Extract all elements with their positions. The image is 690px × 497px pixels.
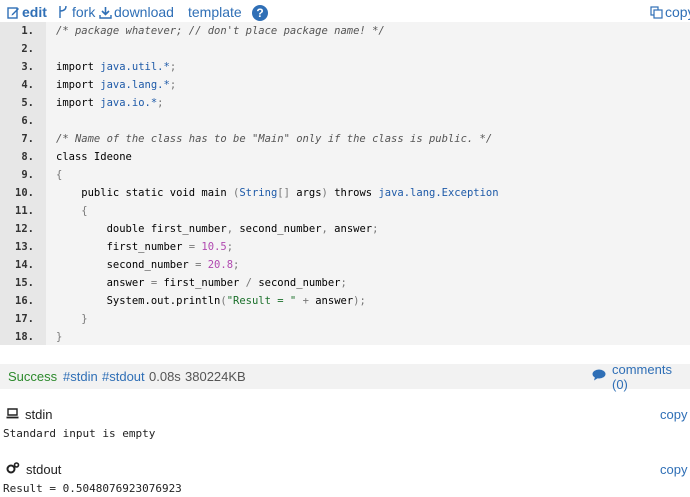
stdin-content: Standard input is empty [3, 427, 156, 440]
status-bar: Success #stdin #stdout 0.08s 380224KB co… [0, 362, 690, 392]
code-line: 17. } [0, 310, 690, 328]
code-line: 16. System.out.println("Result = " + ans… [0, 292, 690, 310]
code-text: second_number = 20.8; [56, 259, 240, 271]
code-text: System.out.println("Result = " + answer)… [56, 295, 366, 307]
status-success: Success [8, 369, 58, 384]
code-text: /* package whatever; // don't place pack… [56, 25, 385, 37]
code-line: 15. answer = first_number / second_numbe… [0, 274, 690, 292]
code-text: { [56, 169, 63, 181]
fork-button[interactable]: fork [56, 4, 95, 20]
line-number: 3. [21, 61, 34, 73]
code-text: public static void main (String[] args) … [56, 187, 499, 199]
code-text: double first_number, second_number, answ… [56, 223, 379, 235]
line-number: 4. [21, 79, 34, 91]
copy-stdin-button[interactable]: copy [660, 407, 687, 422]
line-number: 5. [21, 97, 34, 109]
code-line: 9. { [0, 166, 690, 184]
line-number: 10. [15, 187, 34, 199]
gears-icon [6, 462, 20, 477]
code-line: 3. import java.util.*; [0, 58, 690, 76]
copy-label: copy [665, 4, 690, 20]
keyboard-icon [6, 407, 19, 422]
stdout-link[interactable]: #stdout [102, 369, 145, 384]
edit-button[interactable]: edit [6, 4, 47, 20]
line-number: 12. [15, 223, 34, 235]
download-icon [98, 5, 112, 19]
stdout-label: stdout [26, 462, 62, 477]
line-number: 18. [15, 331, 34, 343]
code-text: } [56, 331, 63, 343]
line-number: 17. [15, 313, 34, 325]
code-line: 5. import java.io.*; [0, 94, 690, 112]
help-icon[interactable]: ? [252, 5, 268, 21]
line-number: 11. [15, 205, 34, 217]
line-number: 14. [15, 259, 34, 271]
line-number: 1. [21, 25, 34, 37]
stdin-link[interactable]: #stdin [63, 369, 98, 384]
code-line: 7. /* Name of the class has to be "Main" … [0, 130, 690, 148]
code-line: 13. first_number = 10.5; [0, 238, 690, 256]
fork-label: fork [72, 4, 96, 20]
code-line: 2. [0, 40, 690, 58]
code-text: import java.lang.*; [56, 79, 177, 91]
line-number: 2. [21, 43, 34, 55]
code-text: } [81, 313, 88, 325]
code-text: answer = first_number / second_number; [56, 277, 347, 289]
line-number: 16. [15, 295, 34, 307]
line-number: 15. [15, 277, 34, 289]
code-line: 14. second_number = 20.8; [0, 256, 690, 274]
line-number: 6. [21, 115, 34, 127]
line-number: 8. [21, 151, 34, 163]
line-number: 9. [21, 169, 34, 181]
code-text: class Ideone [56, 151, 132, 163]
code-line: 6. [0, 112, 690, 130]
template-label: template [188, 4, 242, 20]
line-number: 13. [15, 241, 34, 253]
code-text: /* Name of the class has to be "Main" on… [56, 133, 493, 145]
stdout-content: Result = 0.5048076923076923 [3, 482, 182, 495]
code-line: 4. import java.lang.*; [0, 76, 690, 94]
stdin-label: stdin [25, 407, 53, 422]
help-glyph: ? [256, 6, 264, 20]
code-viewer: 1. /* package whatever; // don't place pa… [0, 22, 690, 345]
pencil-icon [6, 5, 20, 19]
comment-bubble-icon [592, 369, 606, 384]
template-button[interactable]: template [188, 4, 242, 20]
code-line: 18.} [0, 328, 690, 346]
download-label: download [114, 4, 174, 20]
stdout-header: stdout copy [0, 462, 690, 480]
copy-stdout-button[interactable]: copy [660, 462, 687, 477]
memory-usage: 380224KB [185, 369, 246, 384]
code-line: 10. public static void main (String[] ar… [0, 184, 690, 202]
code-text: first_number = 10.5; [56, 241, 234, 253]
edit-label: edit [22, 4, 47, 20]
fork-icon [56, 5, 70, 19]
code-line: 1. /* package whatever; // don't place pa… [0, 22, 690, 40]
toolbar: edit fork download template ? copy [0, 0, 690, 22]
line-number: 7. [21, 133, 34, 145]
code-text: import java.io.*; [56, 97, 164, 109]
comments-link[interactable]: comments (0) [592, 362, 690, 392]
comments-label: comments (0) [612, 361, 672, 392]
code-text: { [81, 205, 88, 217]
execution-time: 0.08s [149, 369, 181, 384]
code-line: 11. { [0, 202, 690, 220]
code-text: import java.util.*; [56, 61, 177, 73]
copy-code-button[interactable]: copy [649, 4, 690, 20]
code-line: 8. class Ideone [0, 148, 690, 166]
code-line: 12. double first_number, second_number, … [0, 220, 690, 238]
stdin-header: stdin copy [0, 407, 690, 425]
download-button[interactable]: download [98, 4, 174, 20]
copy-icon [649, 5, 663, 19]
